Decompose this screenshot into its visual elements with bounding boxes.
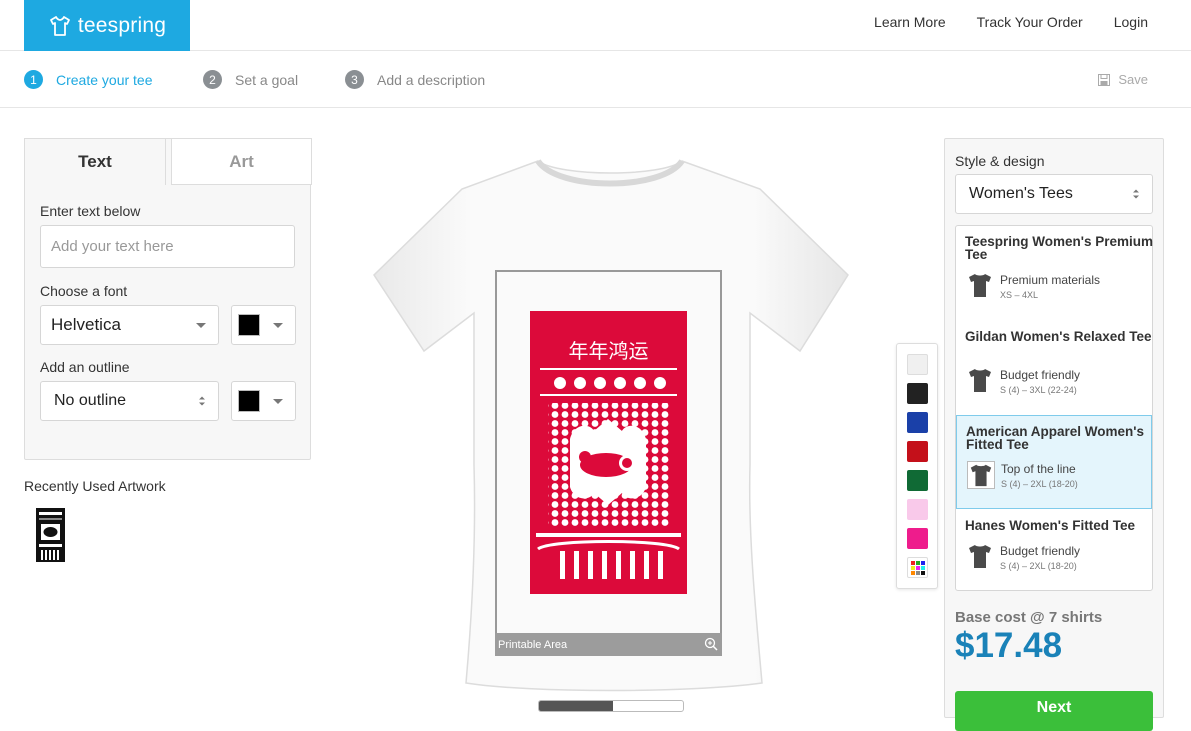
- color-swatch-pink[interactable]: [907, 499, 928, 520]
- outline-label: Add an outline: [40, 359, 130, 375]
- front-back-toggle[interactable]: [538, 700, 684, 712]
- product-desc: Budget friendly: [1000, 368, 1081, 382]
- enter-text-label: Enter text below: [40, 203, 141, 219]
- zoom-in-icon[interactable]: [704, 637, 718, 651]
- steps-bar: 1 Create your tee 2 Set a goal 3 Add a d…: [0, 51, 1191, 108]
- text-input[interactable]: Add your text here: [40, 225, 295, 268]
- chevron-down-icon: [273, 323, 283, 328]
- chevron-down-icon: [273, 399, 283, 404]
- color-swatch-blue[interactable]: [907, 412, 928, 433]
- printable-area-bar: Printable Area: [495, 633, 722, 656]
- recent-artwork-thumbnail[interactable]: [36, 508, 65, 562]
- product-desc: Premium materials: [1000, 273, 1101, 287]
- tshirt-icon: [969, 369, 991, 392]
- tshirt-logo-icon: [49, 15, 70, 36]
- tshirt-icon: [969, 545, 991, 568]
- toggle-front[interactable]: [539, 701, 613, 711]
- product-desc: Budget friendly: [1000, 544, 1081, 558]
- updown-arrows-icon: [1133, 189, 1139, 199]
- color-swatch-hot-pink[interactable]: [907, 528, 928, 549]
- style-design-panel: Style & design Women's Tees Teespring Wo…: [944, 138, 1164, 731]
- product-american-apparel-fitted[interactable]: American Apparel Women's Fitted Tee Top …: [956, 415, 1152, 509]
- teespring-logo[interactable]: teespring: [24, 0, 190, 51]
- font-color-picker[interactable]: [231, 305, 296, 345]
- save-icon: [1098, 73, 1111, 86]
- step-number: 1: [24, 70, 43, 89]
- text-input-placeholder: Add your text here: [51, 238, 174, 255]
- base-cost-label: Base cost @ 7 shirts: [955, 609, 1103, 626]
- color-swatch-green[interactable]: [907, 470, 928, 491]
- tshirt-icon: [969, 274, 991, 297]
- paper-cut-artwork[interactable]: 年年鸿运: [530, 311, 687, 594]
- outline-select-value: No outline: [54, 392, 127, 409]
- font-color-swatch: [238, 314, 260, 336]
- tshirt-icon: [967, 461, 995, 489]
- product-gildan-relaxed[interactable]: Gildan Women's Relaxed Tee Budget friend…: [956, 321, 1152, 415]
- more-colors-icon[interactable]: [907, 557, 928, 578]
- font-select-value: Helvetica: [51, 315, 121, 334]
- font-select[interactable]: Helvetica: [40, 305, 219, 345]
- step-label: Add a description: [377, 71, 486, 88]
- product-teespring-premium[interactable]: Teespring Women's Premium Tee Premium ma…: [956, 226, 1154, 320]
- step-number: 3: [345, 70, 364, 89]
- chevron-down-icon: [196, 323, 206, 328]
- design-title-text: 年年鸿运: [569, 339, 649, 363]
- product-name: Gildan Women's Relaxed Tee: [965, 329, 1152, 344]
- style-select[interactable]: Women's Tees: [955, 174, 1153, 214]
- nav-login[interactable]: Login: [1114, 14, 1148, 30]
- save-button[interactable]: Save: [1098, 72, 1148, 87]
- nav-learn-more[interactable]: Learn More: [874, 14, 946, 30]
- product-name: American Apparel Women's Fitted Tee: [966, 424, 1145, 452]
- step-add-description[interactable]: 3 Add a description: [345, 70, 485, 89]
- save-label: Save: [1118, 72, 1148, 87]
- product-sizes: XS – 4XL: [1000, 290, 1039, 300]
- product-name: Hanes Women's Fitted Tee: [965, 518, 1135, 533]
- logo-text: teespring: [77, 13, 167, 37]
- product-sizes: S (4) – 2XL (18-20): [1001, 479, 1078, 489]
- top-header: teespring Learn More Track Your Order Lo…: [0, 0, 1191, 51]
- svg-text:年年鸿运: 年年鸿运: [569, 339, 649, 363]
- printable-area-label: Printable Area: [498, 638, 568, 651]
- outline-color-swatch: [238, 390, 260, 412]
- color-swatch-red[interactable]: [907, 441, 928, 462]
- next-button[interactable]: Next: [955, 691, 1153, 731]
- text-tool-panel: Text Art Enter text below Add your text …: [24, 138, 312, 460]
- product-sizes: S (4) – 2XL (18-20): [1000, 561, 1077, 571]
- color-swatch-white[interactable]: [907, 354, 928, 375]
- style-design-title: Style & design: [955, 153, 1045, 169]
- top-nav: Learn More Track Your Order Login: [843, 0, 1148, 43]
- updown-arrows-icon: [199, 396, 205, 406]
- color-swatch-black[interactable]: [907, 383, 928, 404]
- recently-used-title: Recently Used Artwork: [24, 478, 166, 494]
- outline-select[interactable]: No outline: [40, 381, 219, 421]
- product-list: Teespring Women's Premium Tee Premium ma…: [955, 225, 1153, 591]
- shirt-color-picker: [896, 343, 938, 589]
- style-select-value: Women's Tees: [969, 185, 1073, 202]
- step-set-a-goal[interactable]: 2 Set a goal: [203, 70, 298, 89]
- product-hanes-fitted[interactable]: Hanes Women's Fitted Tee Budget friendly…: [956, 510, 1152, 604]
- tab-text[interactable]: Text: [24, 138, 166, 185]
- tab-art[interactable]: Art: [171, 138, 312, 185]
- step-label: Set a goal: [235, 71, 299, 88]
- step-number: 2: [203, 70, 222, 89]
- outline-color-picker[interactable]: [231, 381, 296, 421]
- font-label: Choose a font: [40, 283, 128, 299]
- product-desc: Top of the line: [1001, 462, 1076, 476]
- product-sizes: S (4) – 3XL (22-24): [1000, 385, 1077, 395]
- step-label: Create your tee: [56, 71, 153, 88]
- product-name: Teespring Women's Premium Tee: [965, 234, 1154, 262]
- base-cost-price: $17.48: [955, 626, 1063, 665]
- step-create-your-tee[interactable]: 1 Create your tee: [24, 70, 153, 89]
- nav-track-order[interactable]: Track Your Order: [977, 14, 1083, 30]
